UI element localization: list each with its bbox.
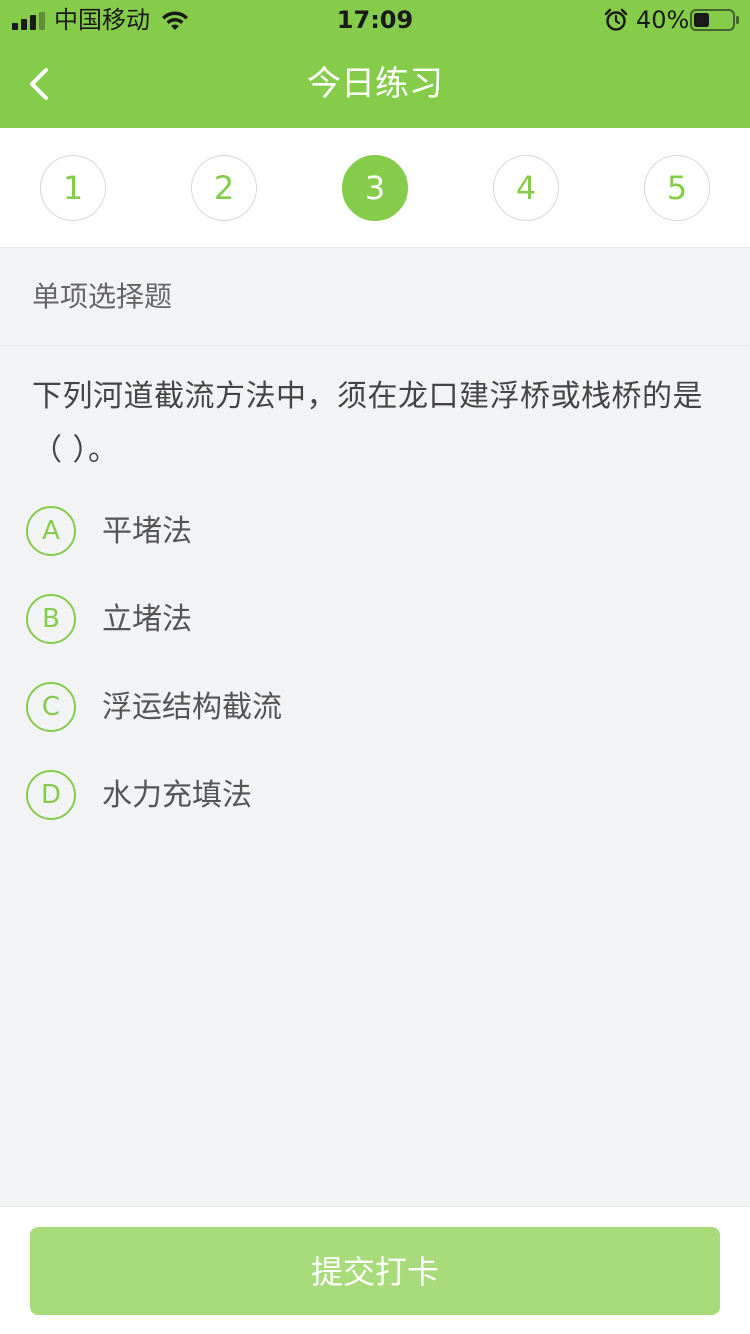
page-title: 今日练习	[307, 64, 443, 104]
option-text: 立堵法	[102, 602, 192, 637]
step-4[interactable]: 4	[493, 155, 559, 221]
status-bar: 中国移动 17:09 40%	[0, 0, 750, 40]
step-2[interactable]: 2	[191, 155, 257, 221]
alarm-icon	[604, 8, 628, 31]
option-letter-badge: B	[26, 594, 76, 644]
step-1[interactable]: 1	[40, 155, 106, 221]
option-text: 水力充填法	[102, 778, 252, 813]
question-text: 下列河道截流方法中，须在龙口建浮桥或栈桥的是（ ）。	[32, 379, 703, 468]
nav-bar: 今日练习	[0, 40, 750, 128]
option-letter-badge: A	[26, 506, 76, 556]
option-text: 浮运结构截流	[102, 690, 282, 725]
option-text: 平堵法	[102, 514, 192, 549]
app-screen: 中国移动 17:09 40% 今日练习 1 2 3 4 5 单项选择题 下列河道…	[0, 0, 750, 1334]
header: 中国移动 17:09 40% 今日练习	[0, 0, 750, 128]
option-letter-badge: D	[26, 770, 76, 820]
step-3[interactable]: 3	[342, 155, 408, 221]
question-type-label: 单项选择题	[0, 248, 750, 346]
battery-percent: 40%	[636, 6, 690, 34]
question-step-bar: 1 2 3 4 5	[0, 128, 750, 248]
option-b[interactable]: B 立堵法	[26, 594, 726, 646]
footer-bar: 提交打卡	[0, 1206, 750, 1334]
submit-checkin-button[interactable]: 提交打卡	[30, 1227, 720, 1315]
option-c[interactable]: C 浮运结构截流	[26, 682, 726, 734]
option-a[interactable]: A 平堵法	[26, 506, 726, 558]
battery-icon	[690, 9, 739, 31]
step-5[interactable]: 5	[644, 155, 710, 221]
option-d[interactable]: D 水力充填法	[26, 770, 726, 822]
option-letter-badge: C	[26, 682, 76, 732]
